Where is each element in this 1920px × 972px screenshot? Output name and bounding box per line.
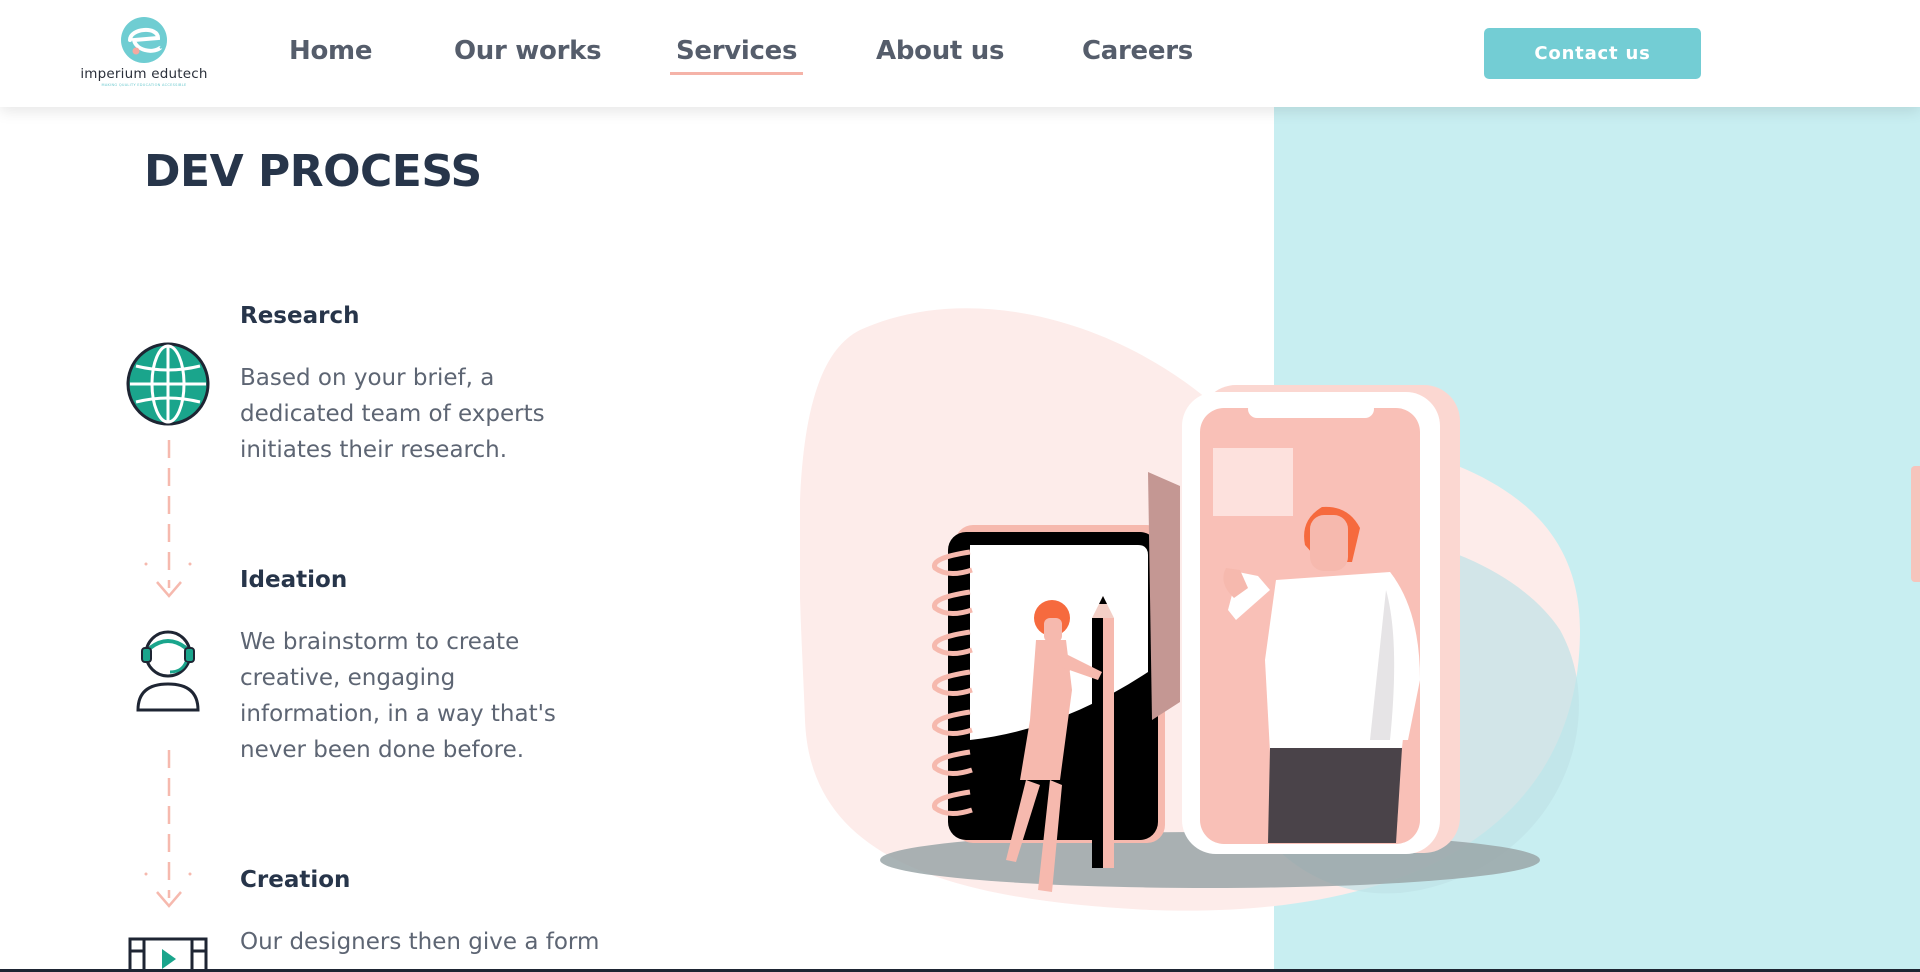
section-title: DEV PROCESS bbox=[144, 146, 482, 197]
logo[interactable]: imperium edutech MAKING QUALITY EDUCATIO… bbox=[74, 14, 214, 92]
logo-e-icon bbox=[121, 17, 167, 63]
contact-button[interactable]: Contact us bbox=[1484, 28, 1701, 79]
step-desc-research: Based on your brief, a dedicated team of… bbox=[240, 365, 545, 463]
pencil-icon bbox=[1092, 596, 1114, 868]
nav-our-works[interactable]: Our works bbox=[454, 36, 602, 66]
step-title-creation: Creation bbox=[240, 867, 351, 893]
step-title-research: Research bbox=[240, 303, 360, 329]
step-title-ideation: Ideation bbox=[240, 567, 348, 593]
step-desc-ideation: We brainstorm to create creative, engagi… bbox=[240, 629, 556, 763]
film-play-icon bbox=[128, 937, 208, 972]
scrollbar-thumb[interactable] bbox=[1911, 466, 1920, 582]
nav-services[interactable]: Services bbox=[669, 36, 804, 75]
site-header: imperium edutech MAKING QUALITY EDUCATIO… bbox=[0, 0, 1920, 107]
dashed-arrow-icon bbox=[144, 440, 192, 598]
dashed-arrow-icon bbox=[144, 750, 192, 908]
nav-careers[interactable]: Careers bbox=[1082, 36, 1193, 66]
person-headset-icon bbox=[134, 628, 202, 716]
nav-home[interactable]: Home bbox=[289, 36, 372, 66]
hero-illustration bbox=[800, 308, 1580, 911]
logo-wordmark: imperium edutech bbox=[80, 66, 208, 82]
nav-about-us[interactable]: About us bbox=[876, 36, 1004, 66]
logo-tagline: MAKING QUALITY EDUCATION ACCESSIBLE bbox=[101, 83, 187, 87]
globe-icon bbox=[126, 342, 210, 430]
step-desc-creation: Our designers then give a form bbox=[240, 929, 600, 955]
